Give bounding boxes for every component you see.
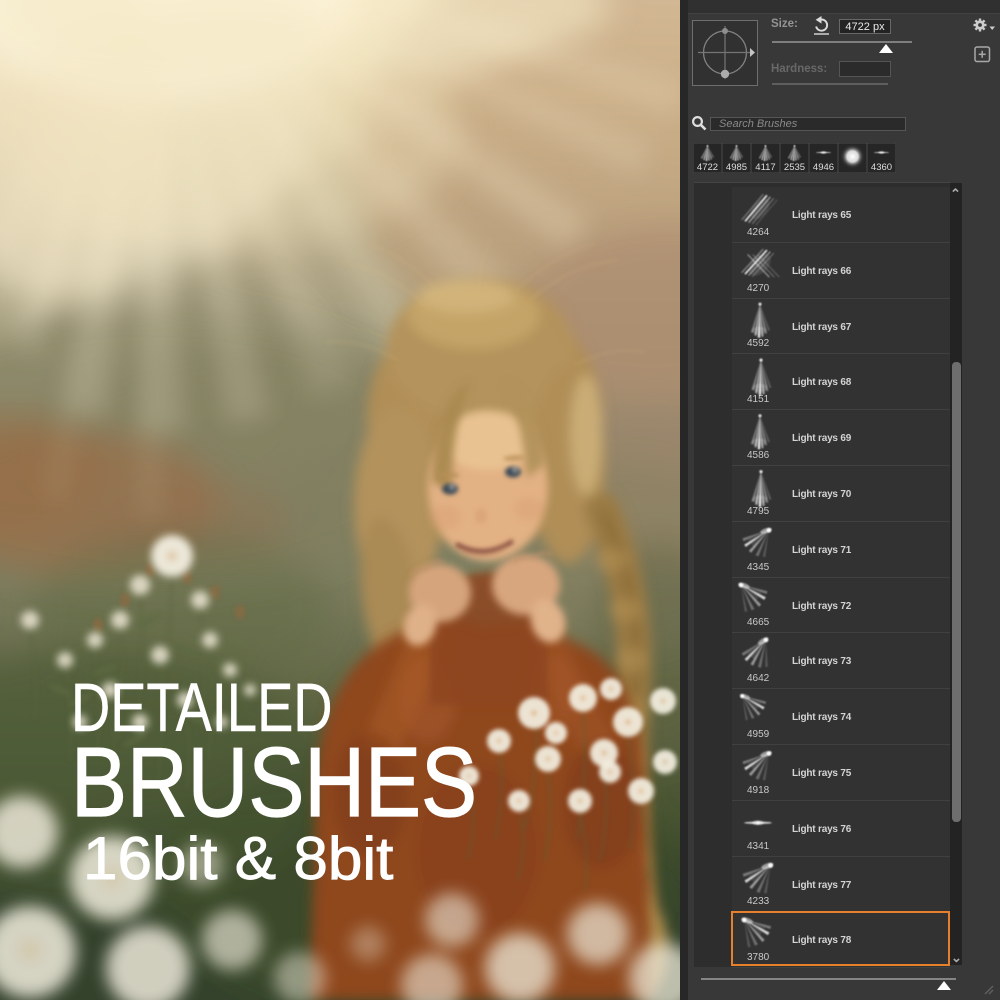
- svg-text:2535: 2535: [784, 162, 805, 173]
- svg-text:4117: 4117: [755, 162, 775, 173]
- svg-text:4985: 4985: [726, 162, 747, 173]
- svg-text:4946: 4946: [813, 162, 834, 173]
- svg-text:4360: 4360: [871, 162, 892, 173]
- svg-text:4722: 4722: [697, 162, 718, 173]
